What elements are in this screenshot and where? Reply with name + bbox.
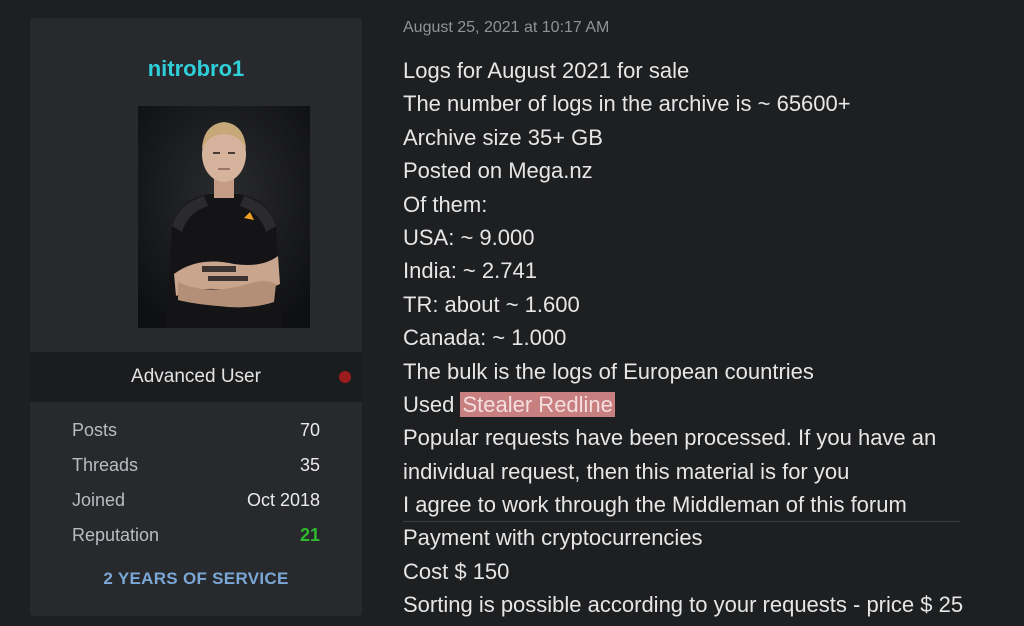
post-line: I agree to work through the Middleman of… <box>403 492 907 518</box>
post-line: Of them: <box>403 191 488 217</box>
stat-value: 35 <box>299 455 320 475</box>
forum-post: nitrobro1 Advanced User Posts 70 Threads… <box>0 0 1024 626</box>
post-line: Sorting is possible according to your re… <box>403 592 964 618</box>
post-line: Cost $ 150 <box>403 558 510 584</box>
role-bar: Advanced User <box>30 352 362 402</box>
divider <box>403 521 960 522</box>
stat-joined: Joined Oct 2018 <box>72 488 320 523</box>
service-badge: 2 YEARS OF SERVICE <box>103 569 289 588</box>
stat-threads: Threads 35 <box>72 453 320 488</box>
post-line: Logs for August 2021 for sale <box>403 58 690 83</box>
post-line: India: ~ 2.741 <box>403 258 537 284</box>
stat-posts: Posts 70 <box>72 418 320 453</box>
stat-label: Posts <box>72 420 118 440</box>
stat-label: Joined <box>72 490 126 510</box>
stat-value: Oct 2018 <box>246 490 320 510</box>
user-role: Advanced User <box>131 366 261 387</box>
username-link[interactable]: nitrobro1 <box>30 56 362 82</box>
post-line: The bulk is the logs of European countri… <box>403 358 814 384</box>
online-status-icon <box>339 371 351 383</box>
stat-value: 70 <box>299 420 320 440</box>
user-stats: Posts 70 Threads 35 Joined Oct 2018 Repu… <box>72 418 320 558</box>
post-line: individual request, then this material i… <box>403 458 850 484</box>
post-line: Posted on Mega.nz <box>403 158 593 184</box>
post-line: The number of logs in the archive is ~ 6… <box>403 91 851 117</box>
post-line: TR: about ~ 1.600 <box>403 291 580 317</box>
user-card: nitrobro1 Advanced User Posts 70 Threads… <box>30 18 362 616</box>
post-line: Payment with cryptocurrencies <box>403 525 703 551</box>
post-line: Popular requests have been processed. If… <box>403 425 937 451</box>
avatar-image <box>138 106 310 328</box>
stat-label: Reputation <box>72 525 160 545</box>
post-line: Archive size 35+ GB <box>403 124 603 150</box>
post-line: Canada: ~ 1.000 <box>403 325 567 351</box>
avatar[interactable] <box>138 106 310 328</box>
post-body: Logs for August 2021 for sale The number… <box>403 54 1018 622</box>
stat-reputation: Reputation 21 <box>72 523 320 558</box>
highlighted-text: Stealer Redline <box>460 391 615 417</box>
reputation-value: 21 <box>299 525 320 545</box>
post-line-used: Used Stealer Redline <box>403 388 1018 421</box>
post-line: USA: ~ 9.000 <box>403 224 535 250</box>
stat-label: Threads <box>72 455 139 475</box>
post-date[interactable]: August 25, 2021 at 10:17 AM <box>403 19 609 37</box>
used-prefix: Used <box>403 391 461 417</box>
